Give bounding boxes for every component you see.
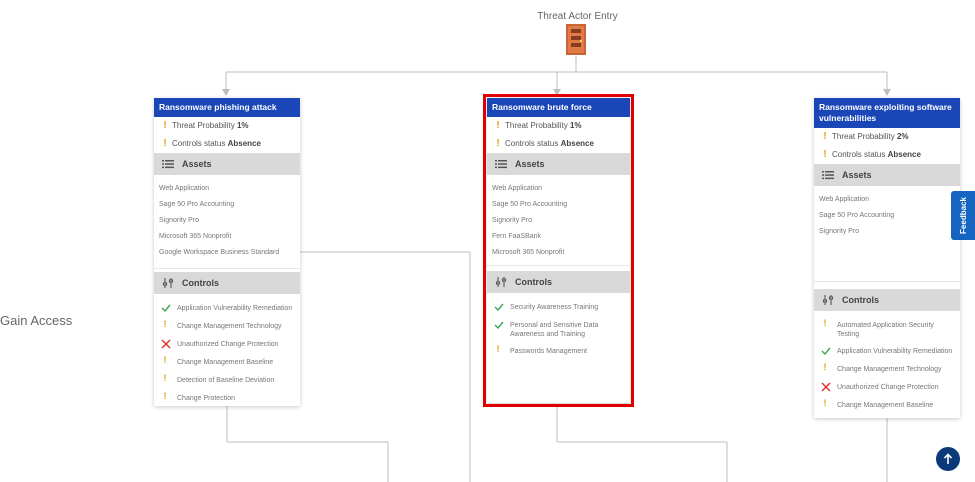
sliders-icon <box>162 278 174 288</box>
selection-highlight <box>483 94 634 407</box>
warning-icon: ! <box>823 149 827 160</box>
control-item[interactable]: ! Automated Application Security Testing <box>814 317 960 343</box>
warning-icon: ! <box>823 398 827 408</box>
assets-header: Assets <box>814 164 960 186</box>
threat-probability: ! Threat Probability 1% <box>154 117 300 135</box>
control-item[interactable]: Application Vulnerability Remediation <box>814 343 960 361</box>
arrow-up-icon <box>943 453 953 464</box>
threat-actor-entry-label: Threat Actor Entry <box>537 11 618 22</box>
warning-icon: ! <box>163 355 167 365</box>
asset-item[interactable]: Signority Pro <box>154 213 300 229</box>
feedback-tab[interactable]: Feedback <box>951 191 975 240</box>
control-item[interactable]: ! Change Protection <box>154 390 300 406</box>
cross-icon <box>821 382 831 392</box>
cross-icon <box>161 339 171 349</box>
asset-item[interactable]: Web Application <box>154 181 300 197</box>
controls-header: Controls <box>814 289 960 311</box>
control-item[interactable]: ! Change Management Baseline <box>814 397 960 415</box>
control-item[interactable]: ! Change Management Baseline <box>154 354 300 372</box>
controls-status: ! Controls status Absence <box>814 146 960 164</box>
door-icon[interactable] <box>566 24 586 55</box>
warning-icon: ! <box>823 362 827 372</box>
stage-label: Gain Access <box>0 313 73 328</box>
asset-item[interactable]: Signority Pro <box>814 224 960 240</box>
controls-list: ! Automated Application Security Testing… <box>814 311 960 415</box>
sliders-icon <box>822 295 834 305</box>
feedback-label: Feedback <box>958 197 968 234</box>
warning-icon: ! <box>163 138 167 149</box>
controls-status: ! Controls status Absence <box>154 135 300 153</box>
assets-header: Assets <box>154 153 300 175</box>
control-item[interactable]: Unauthorized Change Protection <box>154 336 300 354</box>
warning-icon: ! <box>823 318 827 328</box>
warning-icon: ! <box>163 373 167 383</box>
warning-icon: ! <box>823 131 827 142</box>
card-title[interactable]: Ransomware exploiting software vulnerabi… <box>814 98 960 128</box>
controls-header: Controls <box>154 272 300 294</box>
threat-probability: ! Threat Probability 2% <box>814 128 960 146</box>
asset-item[interactable]: Sage 50 Pro Accounting <box>154 197 300 213</box>
warning-icon: ! <box>163 319 167 329</box>
list-icon <box>822 171 834 180</box>
control-item[interactable]: ! Detection of Baseline Deviation <box>154 372 300 390</box>
asset-item[interactable]: Sage 50 Pro Accounting <box>814 208 960 224</box>
warning-icon: ! <box>163 391 167 401</box>
scroll-to-top-button[interactable] <box>936 447 960 471</box>
assets-list: Web Application Sage 50 Pro Accounting S… <box>154 175 300 269</box>
controls-list: Application Vulnerability Remediation ! … <box>154 294 300 406</box>
control-item[interactable]: Application Vulnerability Remediation <box>154 300 300 318</box>
asset-item[interactable]: Microsoft 365 Nonprofit <box>154 229 300 245</box>
asset-item[interactable]: Web Application <box>814 192 960 208</box>
threat-card-phishing[interactable]: Ransomware phishing attack ! Threat Prob… <box>154 98 300 406</box>
card-title[interactable]: Ransomware phishing attack <box>154 98 300 117</box>
check-icon <box>161 304 171 313</box>
asset-item[interactable]: Google Workspace Business Standard <box>154 245 300 261</box>
control-item[interactable]: ! Change Management Technology <box>154 318 300 336</box>
list-icon <box>162 160 174 169</box>
check-icon <box>821 347 831 356</box>
threat-card-software-vulnerabilities[interactable]: Ransomware exploiting software vulnerabi… <box>814 98 960 418</box>
warning-icon: ! <box>163 120 167 131</box>
control-item[interactable]: Unauthorized Change Protection <box>814 379 960 397</box>
control-item[interactable]: ! Change Management Technology <box>814 361 960 379</box>
assets-list: Web Application Sage 50 Pro Accounting S… <box>814 186 960 282</box>
